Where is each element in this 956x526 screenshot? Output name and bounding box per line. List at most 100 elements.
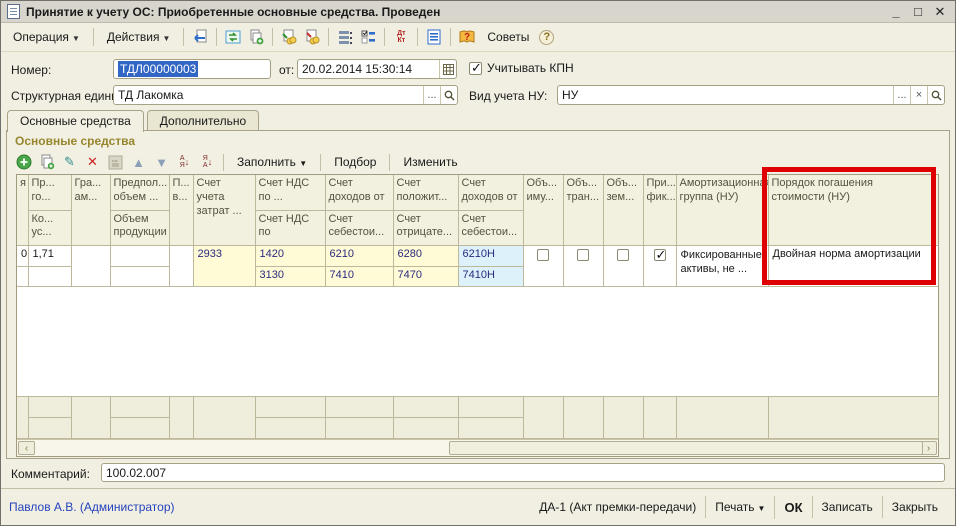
tab-dopolnitelno[interactable]: Дополнительно <box>147 110 259 131</box>
footer-cell <box>676 397 768 439</box>
data-cell-account[interactable]: 3130 <box>255 266 325 286</box>
data-cell-checkbox-imu[interactable] <box>523 245 563 286</box>
advice-book-icon[interactable]: ? <box>457 27 477 47</box>
close-button[interactable]: ✕ <box>931 4 949 20</box>
kpn-checkbox[interactable]: Учитывать КПН <box>469 61 574 75</box>
column-subheader: Счет отрицате... <box>393 210 458 245</box>
magnifier-icon[interactable] <box>927 86 944 104</box>
toolbar-separator <box>328 28 329 46</box>
data-cell-checkbox-fix[interactable] <box>643 245 676 286</box>
calendar-icon[interactable] <box>439 60 456 78</box>
ok-button[interactable]: ОК <box>774 496 811 519</box>
end-edit-icon[interactable]: гок <box>106 153 125 172</box>
nu-kind-input[interactable]: НУ ... × <box>557 85 945 105</box>
edit-row-icon[interactable]: ✎ <box>60 153 79 172</box>
document-icon <box>7 4 20 19</box>
structure-icon[interactable] <box>335 27 355 47</box>
tips-button[interactable]: Советы <box>480 27 536 47</box>
data-cell-poryadok[interactable]: Двойная норма амортизации <box>768 245 938 286</box>
tab-osnovnye-sredstva[interactable]: Основные средства <box>7 110 144 132</box>
move-up-icon[interactable]: ▲ <box>129 153 148 172</box>
money-out-icon[interactable] <box>302 27 322 47</box>
help-icon[interactable]: ? <box>539 30 554 45</box>
column-header: Гра... ам... <box>71 175 110 245</box>
data-cell-account[interactable]: 7410 <box>325 266 393 286</box>
date-input[interactable]: 20.02.2014 15:30:14 <box>297 59 457 79</box>
toolbar-separator <box>417 28 418 46</box>
toolbar-separator <box>216 28 217 46</box>
number-value: ТДЛ00000003 <box>118 61 198 77</box>
refresh-icon[interactable] <box>223 27 243 47</box>
data-cell[interactable] <box>17 266 28 286</box>
table-empty-area[interactable] <box>17 287 938 397</box>
window-title: Принятие к учету ОС: Приобретенные основ… <box>26 5 881 19</box>
scroll-left-icon[interactable]: ‹ <box>18 441 35 455</box>
data-cell-checkbox-zem[interactable] <box>603 245 643 286</box>
fill-button[interactable]: Заполнить ▼ <box>230 153 314 171</box>
maximize-button[interactable]: □ <box>909 4 927 20</box>
data-cell[interactable]: 0 <box>17 245 28 266</box>
horizontal-scrollbar[interactable]: ‹ › <box>17 439 938 456</box>
footer-cell <box>169 397 193 439</box>
checklist-icon[interactable] <box>358 27 378 47</box>
scrollbar-track[interactable] <box>36 440 919 456</box>
operation-menu-button[interactable]: Операция▼ <box>6 27 87 47</box>
footer-cell <box>17 397 28 439</box>
column-subheader: Счет себестои... <box>325 210 393 245</box>
column-header: Объ... иму... <box>523 175 563 245</box>
post-document-icon[interactable] <box>190 27 210 47</box>
actions-menu-button[interactable]: Действия▼ <box>100 27 178 47</box>
change-button[interactable]: Изменить <box>396 153 464 171</box>
delete-row-icon[interactable]: ✕ <box>83 153 102 172</box>
data-cell-account[interactable]: 1420 <box>255 245 325 266</box>
data-cell[interactable] <box>110 266 169 286</box>
data-cell-account[interactable]: 2933 <box>193 245 255 286</box>
money-in-icon[interactable] <box>279 27 299 47</box>
data-cell[interactable] <box>71 245 110 286</box>
data-cell-account[interactable]: 6280 <box>393 245 458 266</box>
save-button[interactable]: Записать <box>812 496 882 518</box>
data-cell[interactable] <box>110 245 169 266</box>
register-report-icon[interactable] <box>424 27 444 47</box>
footer-cell <box>393 397 458 418</box>
footer-cell <box>193 397 255 439</box>
toolbar-separator <box>320 154 321 171</box>
toolbar-separator <box>384 28 385 46</box>
comment-input[interactable]: 100.02.007 <box>101 463 945 482</box>
sort-desc-icon[interactable]: ЯА↓ <box>198 153 217 172</box>
print-button[interactable]: Печать▼ <box>705 496 774 518</box>
data-cell-checkbox-tran[interactable] <box>563 245 603 286</box>
copy-add-icon[interactable] <box>246 27 266 47</box>
data-cell-account[interactable]: 7470 <box>393 266 458 286</box>
da1-act-button[interactable]: ДА-1 (Акт премки-передачи) <box>530 496 705 518</box>
data-cell[interactable]: 1,71 <box>28 245 71 266</box>
minimize-button[interactable]: _ <box>887 4 905 20</box>
data-cell-amort-group[interactable]: Фиксированные активы, не ... <box>676 245 768 286</box>
kpn-checkbox-box[interactable] <box>469 62 482 75</box>
data-cell[interactable] <box>169 245 193 286</box>
move-down-icon[interactable]: ▼ <box>152 153 171 172</box>
status-bar: Павлов А.В. (Администратор) ДА-1 (Акт пр… <box>1 489 955 525</box>
ellipsis-button[interactable]: ... <box>423 86 440 104</box>
clear-icon[interactable]: × <box>910 86 927 104</box>
close-form-button[interactable]: Закрыть <box>882 496 947 518</box>
scrollbar-thumb[interactable] <box>449 441 923 455</box>
add-row-icon[interactable] <box>14 153 33 172</box>
dt-kt-icon[interactable]: ДтКт <box>391 27 411 47</box>
sort-asc-icon[interactable]: АЯ↓ <box>175 153 194 172</box>
data-cell-nu-account[interactable]: 7410Н <box>458 266 523 286</box>
column-header: П... в... <box>169 175 193 245</box>
pick-button[interactable]: Подбор <box>327 153 383 171</box>
number-input[interactable]: ТДЛ00000003 <box>113 59 271 79</box>
data-cell[interactable] <box>28 266 71 286</box>
column-header: я <box>17 175 28 245</box>
column-header-poryadok-pogasheniya: Порядок погашения стоимости (НУ) <box>768 175 938 245</box>
footer-cell <box>28 397 71 418</box>
copy-row-icon[interactable] <box>37 153 56 172</box>
ellipsis-button[interactable]: ... <box>893 86 910 104</box>
column-header: Счет доходов от <box>458 175 523 210</box>
data-cell-nu-account[interactable]: 6210Н <box>458 245 523 266</box>
data-cell-account[interactable]: 6210 <box>325 245 393 266</box>
structural-unit-input[interactable]: ТД Лакомка ... <box>113 85 458 105</box>
magnifier-icon[interactable] <box>440 86 457 104</box>
